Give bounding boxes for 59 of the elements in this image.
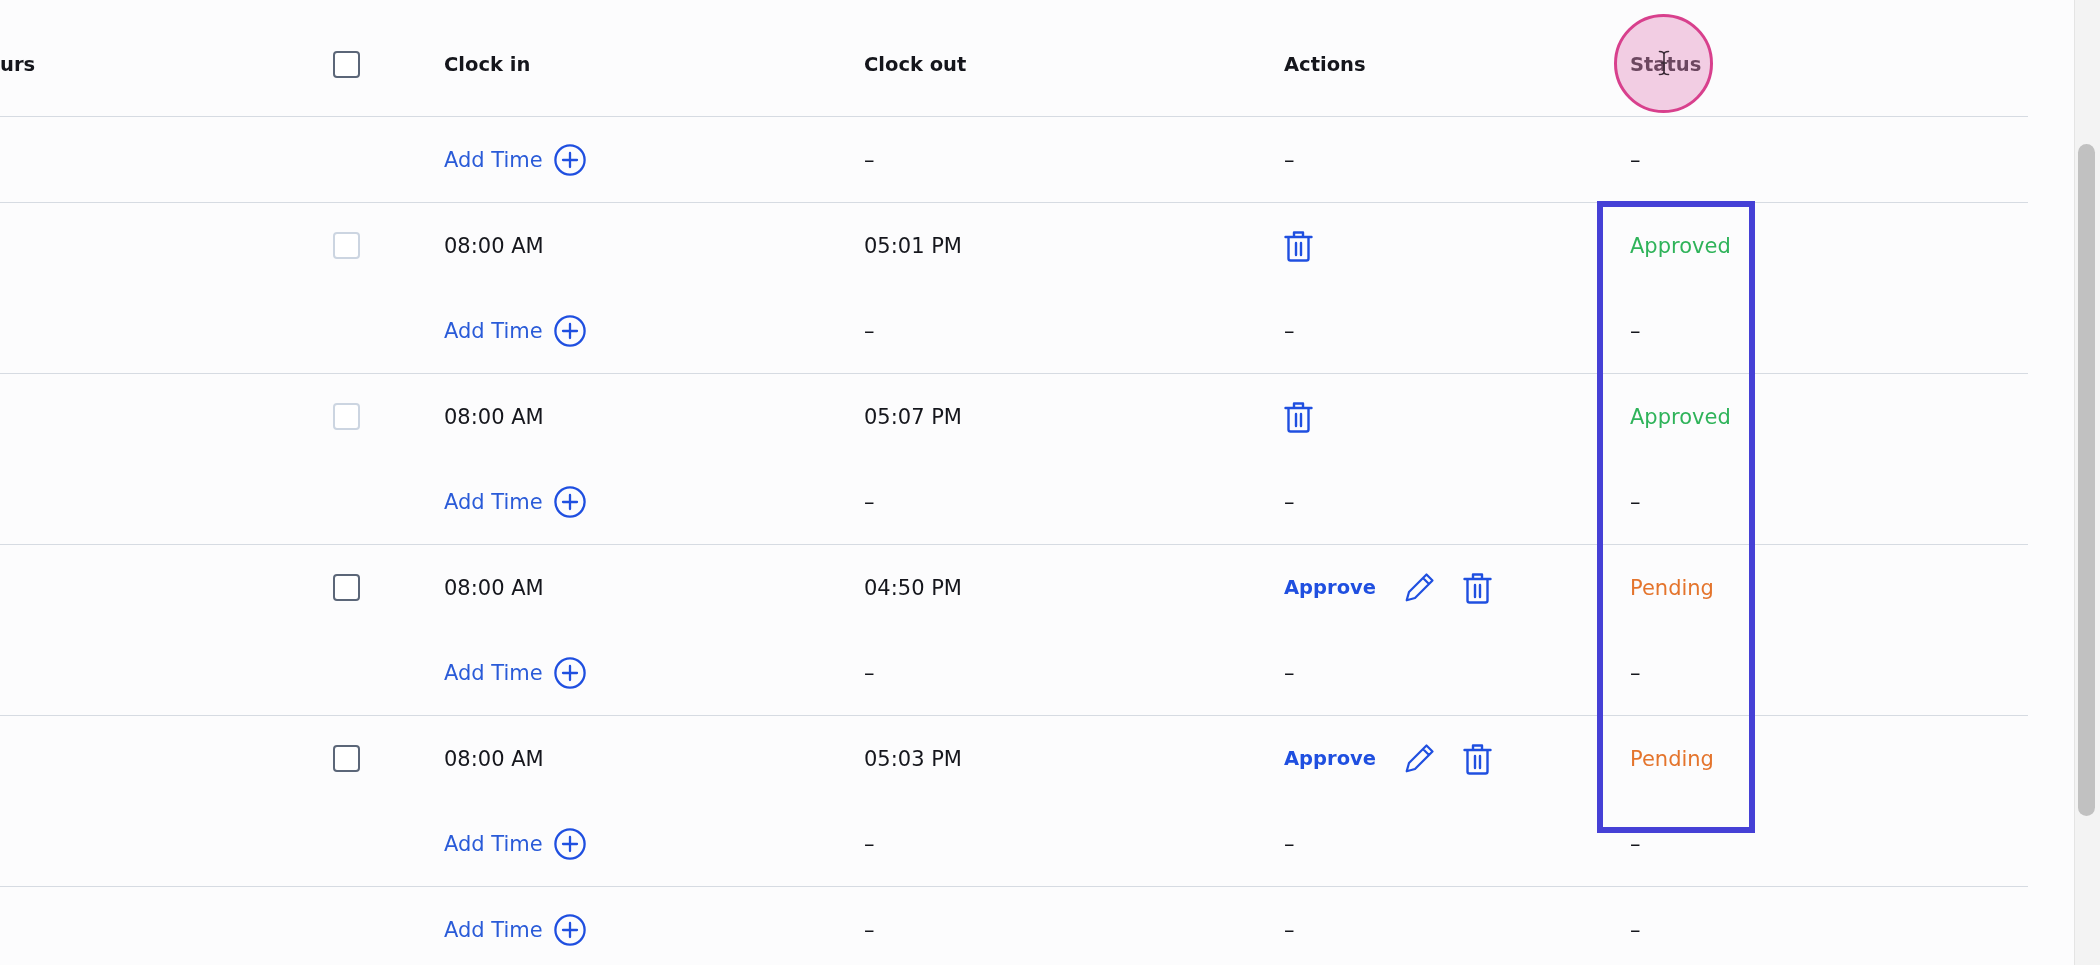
empty-value: –	[864, 489, 875, 514]
add-time-link[interactable]: Add Time	[444, 314, 586, 347]
empty-value: –	[1284, 917, 1295, 942]
trash-icon[interactable]	[1284, 400, 1313, 433]
plus-circle-icon	[553, 827, 586, 860]
empty-value: –	[1284, 831, 1295, 856]
add-time-link[interactable]: Add Time	[444, 143, 586, 176]
row-checkbox[interactable]	[333, 745, 360, 772]
column-header: Actions	[1284, 52, 1366, 76]
plus-circle-icon	[553, 656, 586, 689]
clock-in-time: 08:00 AM	[444, 575, 544, 600]
empty-value: –	[1630, 147, 1641, 172]
empty-value: –	[1284, 660, 1295, 685]
plus-circle-icon	[553, 913, 586, 946]
clock-out-time: 05:03 PM	[864, 746, 962, 771]
column-header: urs	[0, 52, 36, 76]
empty-value: –	[864, 318, 875, 343]
scrollbar-track[interactable]	[2074, 0, 2100, 965]
clock-out-time: 04:50 PM	[864, 575, 962, 600]
empty-value: –	[1284, 147, 1295, 172]
plus-circle-icon	[553, 485, 586, 518]
column-header[interactable]: Clock out	[864, 52, 967, 76]
status-text: Approved	[1630, 404, 1731, 429]
add-time-link[interactable]: Add Time	[444, 656, 586, 689]
empty-value: –	[1630, 489, 1641, 514]
plus-circle-icon	[553, 314, 586, 347]
empty-value: –	[1630, 318, 1641, 343]
add-time-link[interactable]: Add Time	[444, 827, 586, 860]
clock-out-time: 05:07 PM	[864, 404, 962, 429]
status-text: Approved	[1630, 233, 1731, 258]
empty-value: –	[1284, 489, 1295, 514]
scrollbar-thumb[interactable]	[2078, 144, 2095, 816]
empty-value: –	[1630, 917, 1641, 942]
status-text: Pending	[1630, 575, 1714, 600]
trash-icon[interactable]	[1462, 742, 1492, 775]
plus-circle-icon	[553, 143, 586, 176]
empty-value: –	[864, 831, 875, 856]
approve-button[interactable]: Approve	[1284, 576, 1376, 599]
column-header[interactable]: Clock in	[444, 52, 531, 76]
clock-in-time: 08:00 AM	[444, 746, 544, 771]
empty-value: –	[1630, 831, 1641, 856]
empty-value: –	[864, 917, 875, 942]
row-checkbox[interactable]	[333, 574, 360, 601]
add-time-link[interactable]: Add Time	[444, 485, 586, 518]
approve-button[interactable]: Approve	[1284, 747, 1376, 770]
empty-value: –	[1284, 318, 1295, 343]
empty-value: –	[1630, 660, 1641, 685]
clock-in-time: 08:00 AM	[444, 404, 544, 429]
pencil-icon[interactable]	[1403, 743, 1435, 774]
trash-icon[interactable]	[1462, 571, 1492, 604]
trash-icon[interactable]	[1284, 229, 1313, 262]
select-all-checkbox[interactable]	[333, 50, 360, 78]
clock-out-time: 05:01 PM	[864, 233, 962, 258]
pencil-icon[interactable]	[1403, 572, 1435, 603]
status-text: Pending	[1630, 746, 1714, 771]
empty-value: –	[864, 147, 875, 172]
clock-in-time: 08:00 AM	[444, 233, 544, 258]
add-time-link[interactable]: Add Time	[444, 913, 586, 946]
empty-value: –	[864, 660, 875, 685]
